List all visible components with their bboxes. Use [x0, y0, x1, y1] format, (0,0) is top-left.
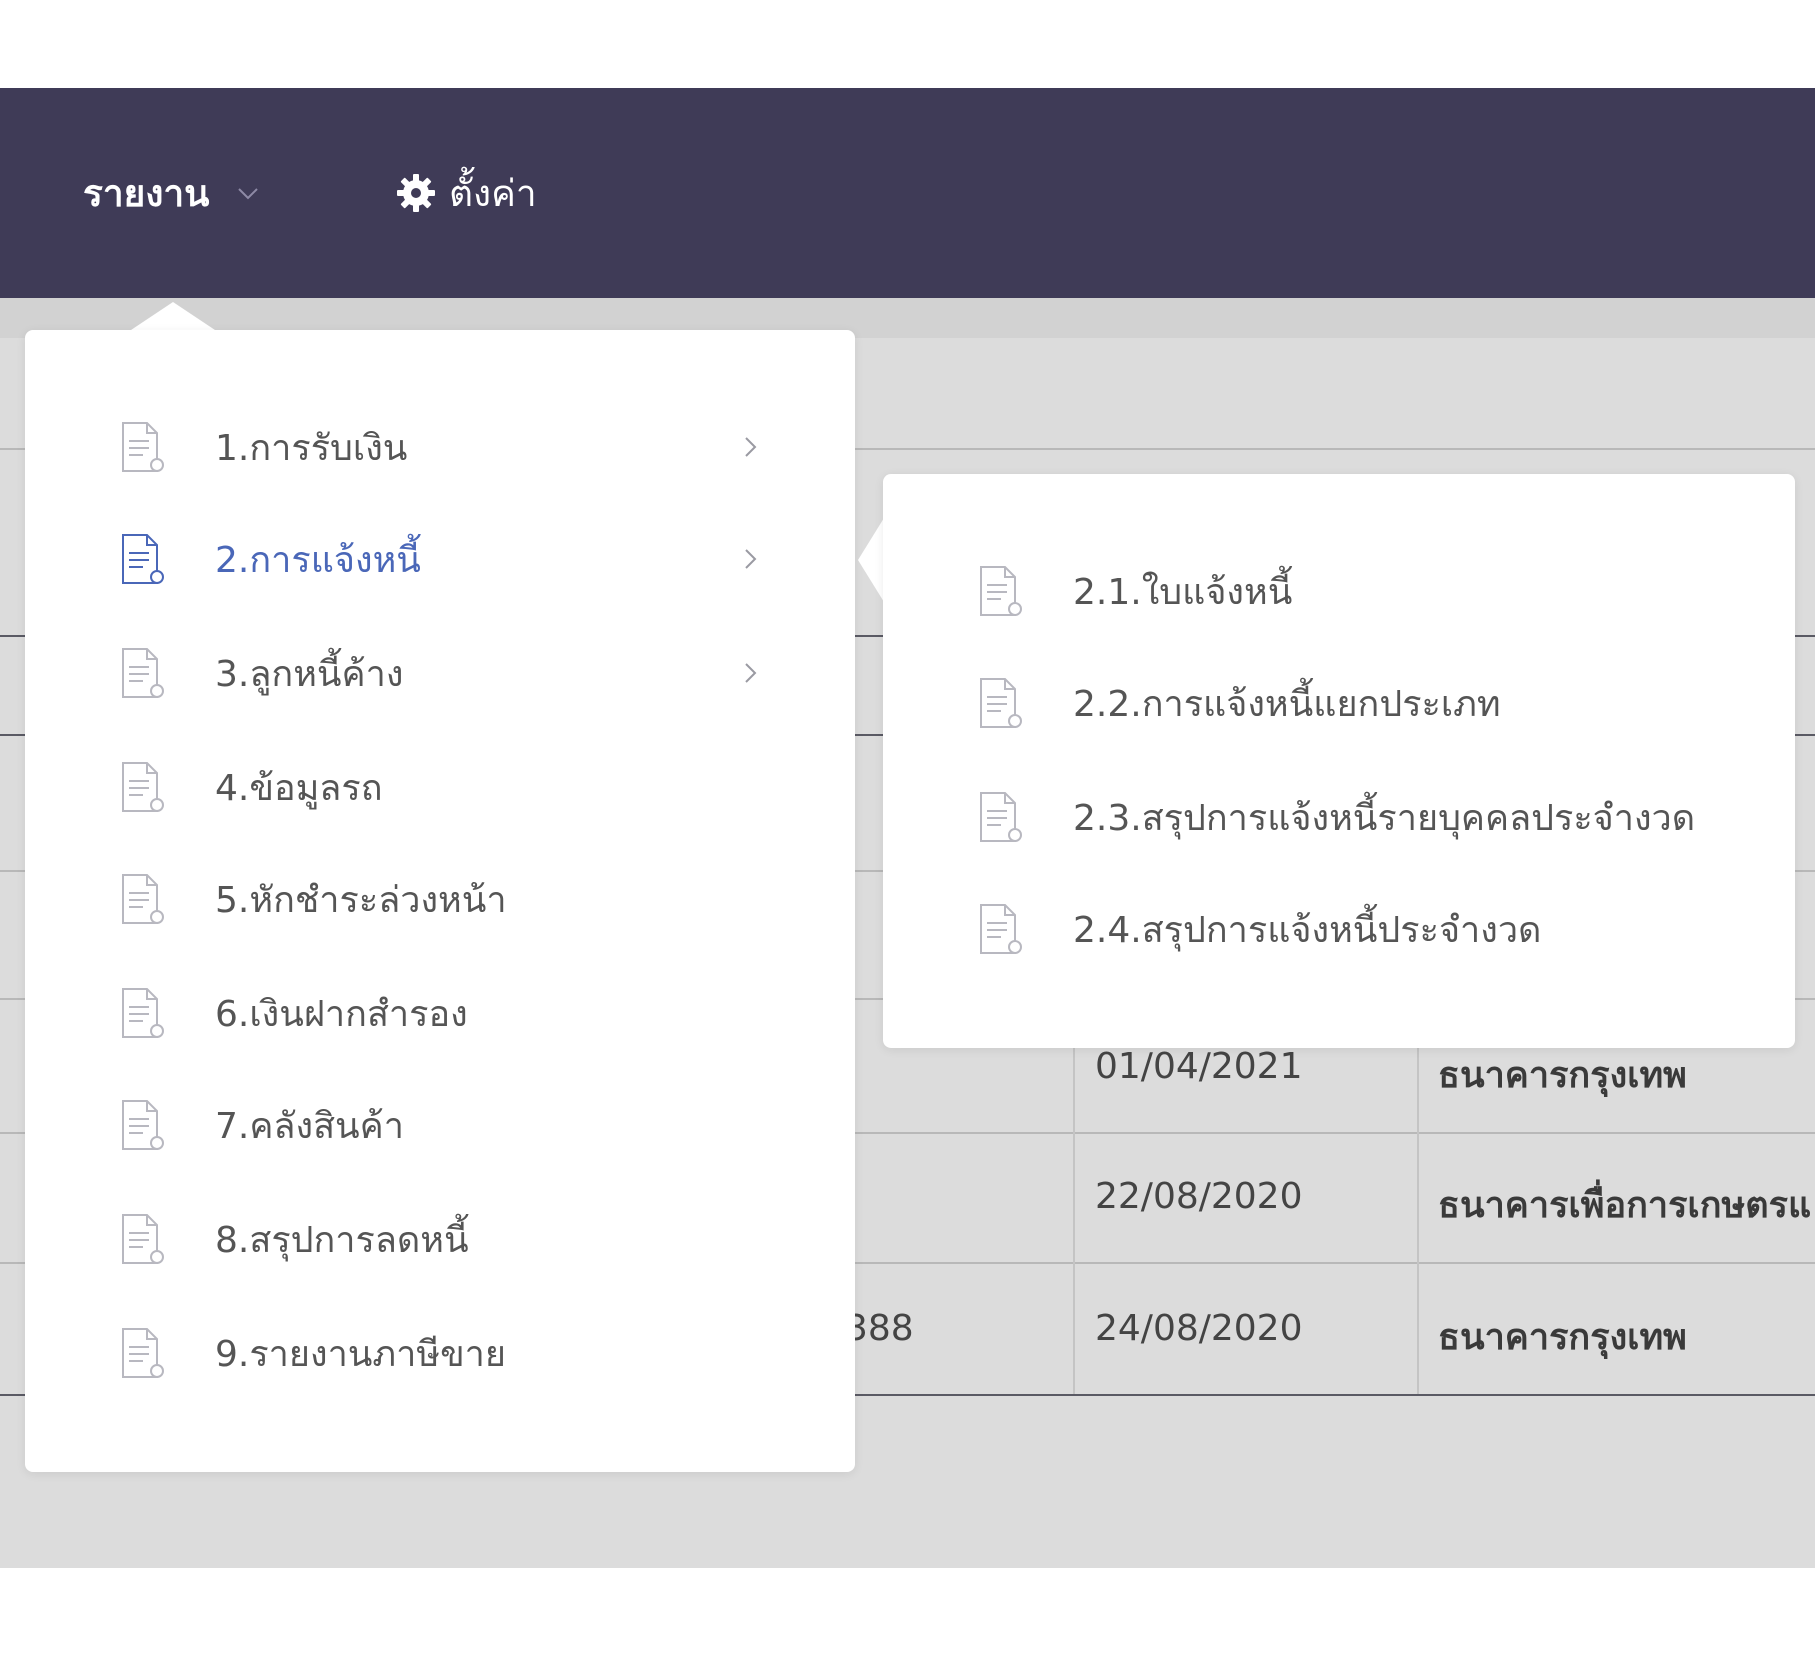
document-icon [122, 988, 164, 1038]
document-icon [980, 566, 1022, 616]
menu-item-label: 2.การแจ้งหนี้ [215, 539, 421, 581]
menu-item-credit-summary[interactable]: 8.สรุปการลดหนี้ [25, 1183, 855, 1295]
nav-settings-label: ตั้งค่า [449, 171, 537, 215]
chevron-right-icon [745, 437, 757, 457]
document-icon [122, 874, 164, 924]
chevron-right-icon [745, 663, 757, 683]
menu-item-label: 8.สรุปการลดหนี้ [215, 1219, 469, 1261]
nav-reports-label: รายงาน [83, 171, 210, 215]
menu-item-label: 1.การรับเงิน [215, 427, 408, 469]
nav-reports-dropdown[interactable]: รายงาน [83, 88, 261, 298]
table-cell-bank: ธนาคารกรุงเทพ [1438, 1055, 1687, 1096]
menu-item-label: 9.รายงานภาษีขาย [215, 1333, 506, 1375]
submenu-item-invoice[interactable]: 2.1.ใบแจ้งหนี้ [883, 535, 1795, 647]
document-icon [980, 792, 1022, 842]
top-navbar: รายงาน ตั้งค่า [0, 88, 1815, 298]
submenu-item-individual-period-summary[interactable]: 2.3.สรุปการแจ้งหนี้รายบุคคลประจำงวด [883, 761, 1795, 873]
table-cell-bank: ธนาคารกรุงเทพ [1438, 1317, 1687, 1358]
menu-item-label: 4.ข้อมูลรถ [215, 767, 383, 809]
chevron-down-icon [238, 188, 259, 200]
menu-item-prepayment[interactable]: 5.หักชำระล่วงหน้า [25, 843, 855, 955]
dropdown-caret [128, 302, 218, 332]
menu-item-reserve-deposit[interactable]: 6.เงินฝากสำรอง [25, 957, 855, 1069]
document-icon [980, 678, 1022, 728]
chevron-right-icon [745, 549, 757, 569]
menu-item-warehouse[interactable]: 7.คลังสินค้า [25, 1069, 855, 1181]
submenu-item-invoice-by-category[interactable]: 2.2.การแจ้งหนี้แยกประเภท [883, 647, 1795, 759]
menu-item-label: 7.คลังสินค้า [215, 1105, 404, 1147]
table-cell-date: 22/08/2020 [1095, 1176, 1303, 1217]
table-cell-amount: 388 [845, 1308, 914, 1349]
menu-item-receipts[interactable]: 1.การรับเงิน [25, 391, 855, 503]
document-icon [122, 762, 164, 812]
gear-icon [397, 174, 435, 212]
table-column-divider [1417, 998, 1419, 1394]
menu-item-outstanding-debtors[interactable]: 3.ลูกหนี้ค้าง [25, 617, 855, 729]
submenu-item-label: 2.2.การแจ้งหนี้แยกประเภท [1073, 683, 1501, 725]
table-cell-bank: ธนาคารเพื่อการเกษตรแ [1438, 1185, 1812, 1226]
document-icon [122, 534, 164, 584]
submenu-item-label: 2.1.ใบแจ้งหนี้ [1073, 571, 1293, 613]
menu-item-invoicing[interactable]: 2.การแจ้งหนี้ [25, 503, 855, 615]
submenu-item-period-summary[interactable]: 2.4.สรุปการแจ้งหนี้ประจำงวด [883, 873, 1795, 985]
table-column-divider [1073, 998, 1075, 1394]
document-icon [122, 1214, 164, 1264]
menu-item-label: 5.หักชำระล่วงหน้า [215, 879, 507, 921]
menu-item-label: 3.ลูกหนี้ค้าง [215, 653, 404, 695]
nav-settings[interactable]: ตั้งค่า [395, 88, 537, 298]
table-cell-date: 01/04/2021 [1095, 1046, 1303, 1087]
submenu-caret [858, 518, 884, 602]
document-icon [122, 1328, 164, 1378]
menu-item-label: 6.เงินฝากสำรอง [215, 993, 468, 1035]
document-icon [980, 904, 1022, 954]
submenu-item-label: 2.4.สรุปการแจ้งหนี้ประจำงวด [1073, 909, 1542, 951]
menu-item-sales-tax-report[interactable]: 9.รายงานภาษีขาย [25, 1297, 855, 1409]
table-cell-date: 24/08/2020 [1095, 1308, 1303, 1349]
document-icon [122, 648, 164, 698]
menu-item-vehicle-data[interactable]: 4.ข้อมูลรถ [25, 731, 855, 843]
submenu-item-label: 2.3.สรุปการแจ้งหนี้รายบุคคลประจำงวด [1073, 797, 1696, 839]
document-icon [122, 1100, 164, 1150]
document-icon [122, 422, 164, 472]
